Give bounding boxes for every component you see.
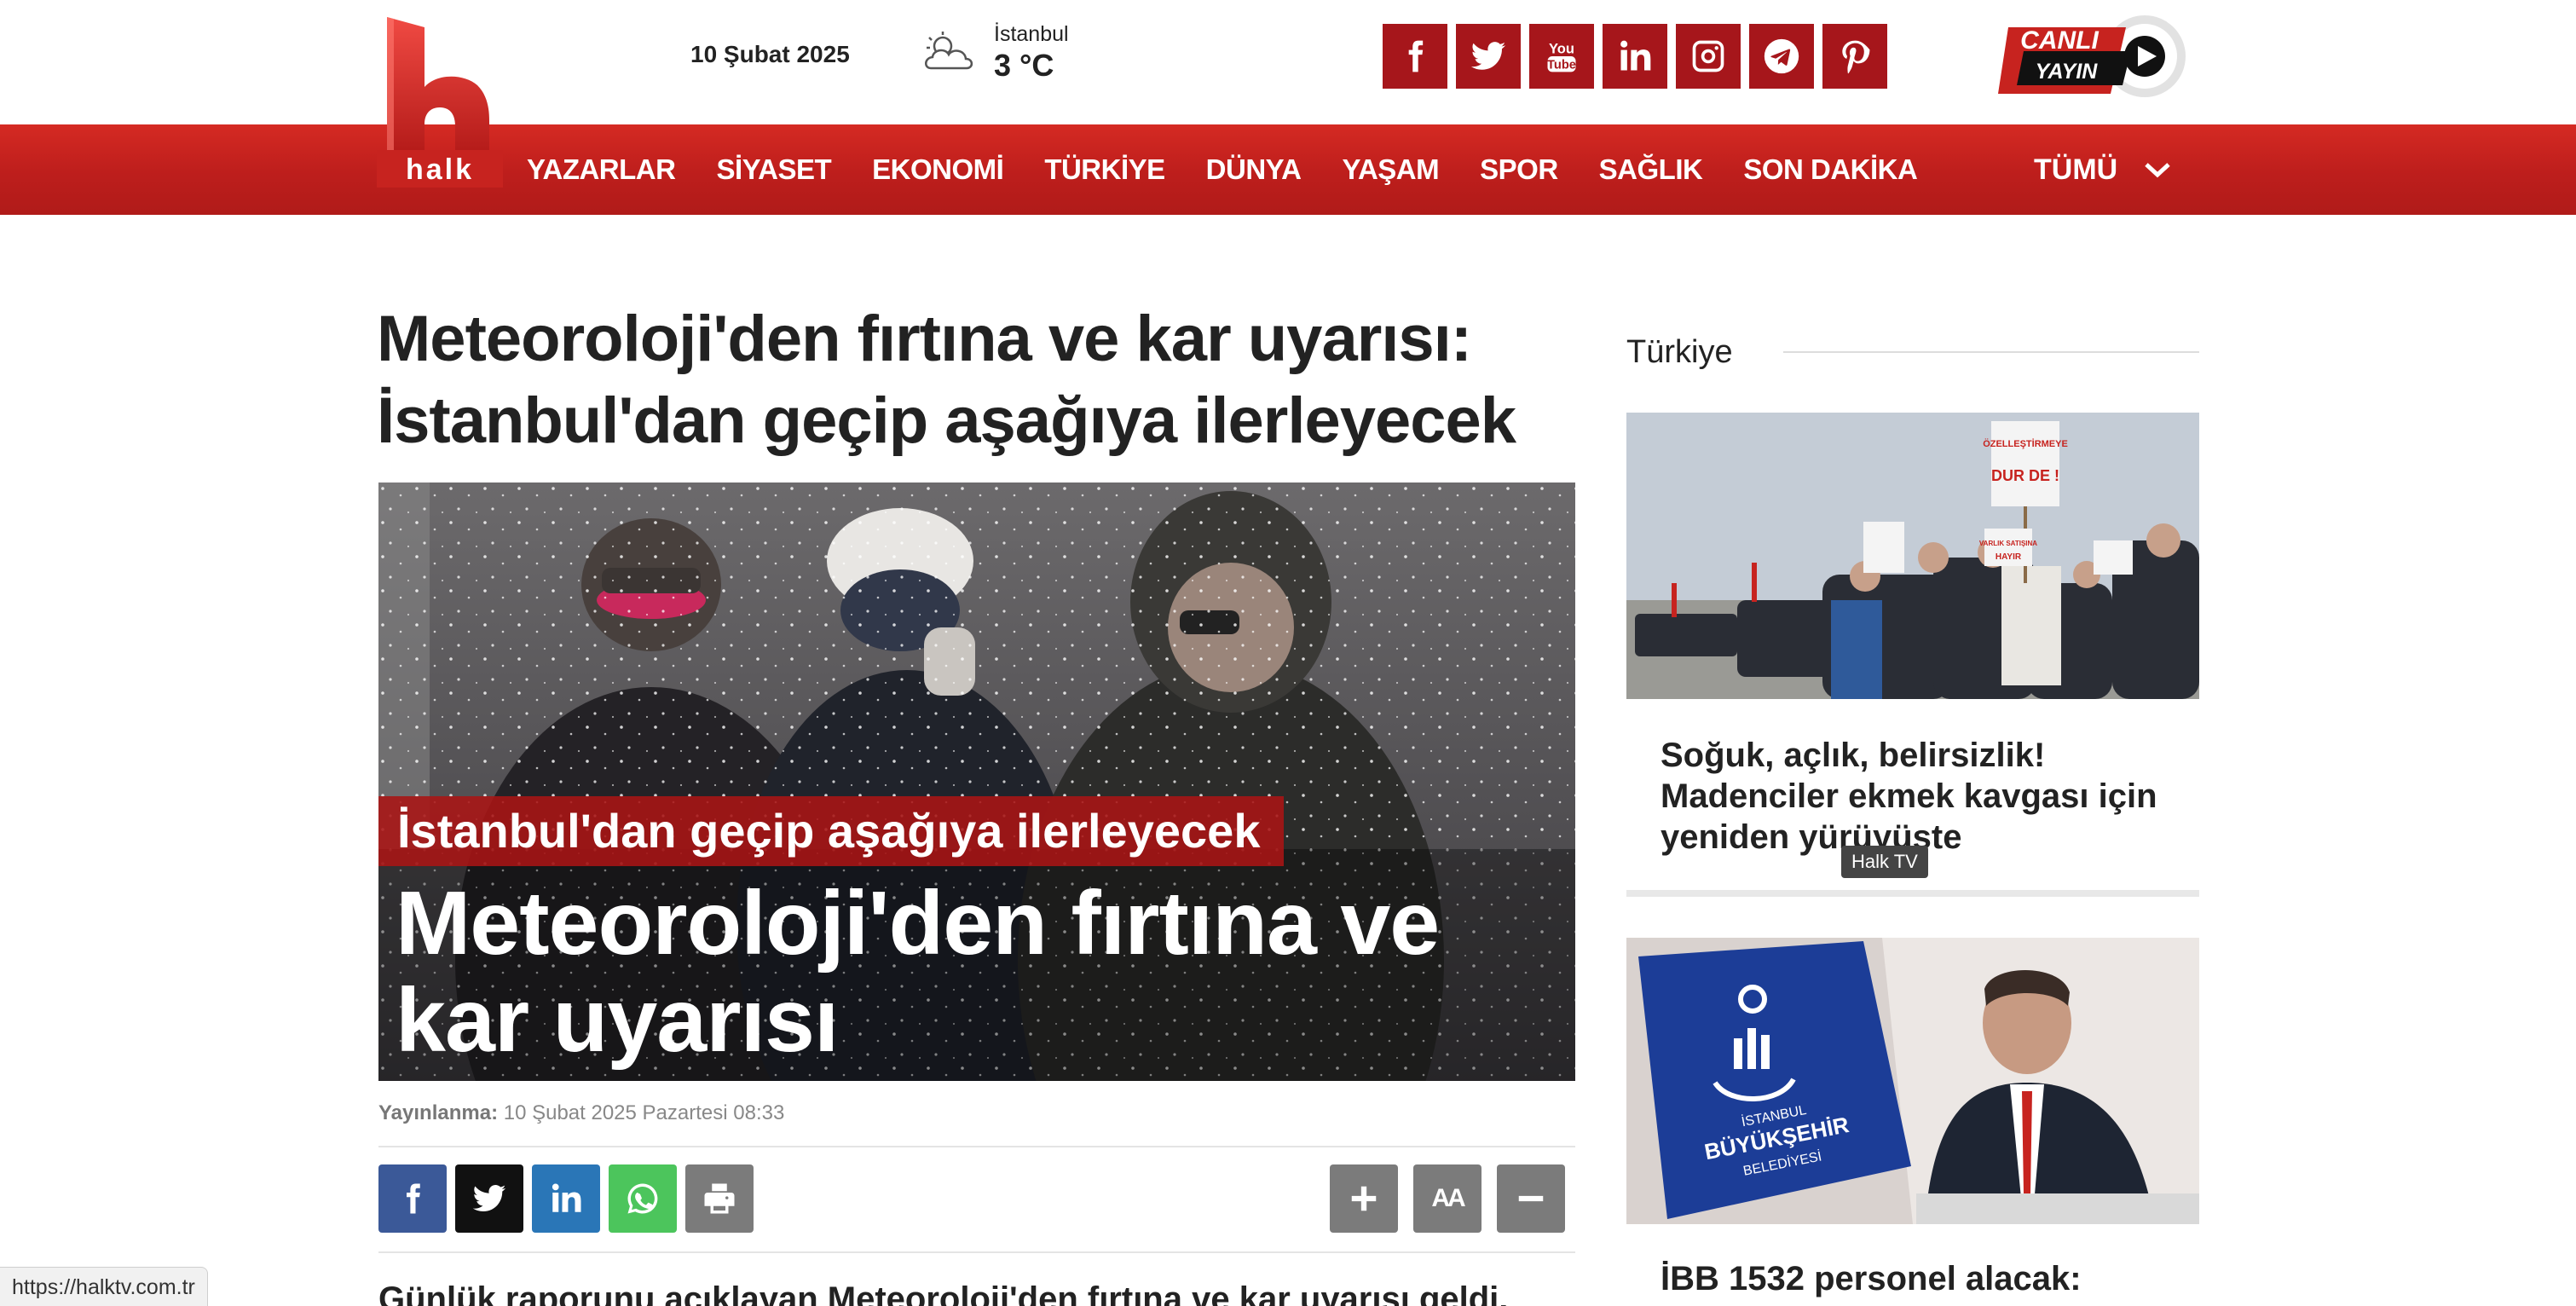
publish-date: 10 Şubat 2025 Pazartesi 08:33 [503,1101,785,1124]
nav-all-dropdown[interactable]: TÜMÜ [2034,124,2172,215]
youtube-icon: You Tube [1547,41,1576,72]
nav-item-dunya[interactable]: DÜNYA [1206,153,1302,186]
pinterest-icon [1842,40,1870,74]
instagram-icon [1692,40,1724,72]
logo-text: halk [406,153,474,186]
sidebar-card-image[interactable]: ÖZELLEŞTİRMEYE DUR DE ! VARLIK SATIŞINA … [1626,413,2199,699]
sidebar-card-title[interactable]: İBB 1532 personel alacak: [1661,1258,2189,1299]
publish-label: Yayınlanma: [378,1101,499,1124]
sidebar-section-title: Türkiye [1626,334,1733,370]
twitter-icon [472,1184,506,1212]
sign-text-4: HAYIR [1996,552,2022,562]
hero-title-line2: kar uyarısı [396,970,839,1071]
printer-icon [704,1183,735,1214]
chevron-down-icon [2145,163,2170,178]
pinterest-link[interactable] [1822,24,1887,89]
browser-status-url: https://halktv.com.tr [0,1267,208,1306]
hero-title: Meteoroloji'den fırtına ve kar uyarısı [396,873,1440,1071]
share-bar [378,1164,754,1233]
cloud-icon [925,32,973,70]
publish-info: Yayınlanma: 10 Şubat 2025 Pazartesi 08:3… [378,1101,784,1125]
ibb-photo: İSTANBUL BÜYÜKŞEHİR BELEDİYESİ [1626,938,2199,1224]
facebook-icon [1408,40,1424,72]
nav-all-label: TÜMÜ [2034,153,2118,186]
whatsapp-icon [627,1183,658,1214]
instagram-link[interactable] [1676,24,1741,89]
plus-icon [1351,1186,1377,1211]
divider [378,1146,1575,1147]
twitter-link[interactable] [1456,24,1521,89]
nav-item-yasam[interactable]: YAŞAM [1342,153,1439,186]
youtube-link[interactable]: You Tube [1529,24,1594,89]
halktv-logo[interactable]: halk [377,17,505,188]
facebook-share-button[interactable] [378,1164,447,1233]
svg-text:Tube: Tube [1547,59,1576,72]
sign-text-3: VARLIK SATIŞINA [1979,540,2037,547]
sidebar-title-line [1783,351,2199,353]
nav-item-ekonomi[interactable]: EKONOMİ [872,153,1004,186]
article-headline: Meteoroloji'den fırtına ve kar uyarısı: … [377,303,1516,457]
hero-subtitle: İstanbul'dan geçip aşağıya ilerleyecek [378,796,1285,866]
live-label-line1: CANLI [2020,26,2099,55]
facebook-link[interactable] [1383,24,1447,89]
nav-item-spor[interactable]: SPOR [1480,153,1558,186]
increase-font-button[interactable] [1330,1164,1398,1233]
current-date: 10 Şubat 2025 [690,41,850,67]
nav-item-turkiye[interactable]: TÜRKİYE [1044,153,1165,186]
top-header: halk 10 Şubat 2025 İstanbul 3 °C You Tub… [0,0,2576,188]
live-broadcast-button[interactable]: CANLI YAYIN [1998,12,2194,101]
sign-text-2: DUR DE ! [1991,467,2059,484]
telegram-link[interactable] [1749,24,1814,89]
weather-city: İstanbul [994,22,1069,46]
hero-title-line1: Meteoroloji'den fırtına ve [396,873,1440,974]
facebook-icon [407,1183,420,1214]
protest-photo: ÖZELLEŞTİRMEYE DUR DE ! VARLIK SATIŞINA … [1626,413,2199,699]
linkedin-icon [552,1183,581,1212]
telegram-icon [1764,38,1799,74]
sign-text-1: ÖZELLEŞTİRMEYE [1983,438,2068,449]
minus-icon [1518,1195,1544,1202]
tooltip: Halk TV [1841,846,1928,878]
weather-temperature: 3 °C [994,48,1054,83]
nav-item-son-dakika[interactable]: SON DAKİKA [1743,153,1918,186]
article-body-first-line: Günlük raporunu açıklayan Meteoroloji'de… [378,1280,1509,1306]
article-hero-image[interactable]: İstanbul'dan geçip aşağıya ilerleyecek M… [378,483,1575,1081]
social-links: You Tube [1383,24,1887,89]
font-size-tools: AA [1330,1164,1565,1233]
nav-item-yazarlar[interactable]: YAZARLAR [527,153,676,186]
nav-item-siyaset[interactable]: SİYASET [716,153,831,186]
linkedin-icon [1620,40,1651,71]
twitter-icon [1470,42,1506,70]
sidebar-card-title[interactable]: Soğuk, açlık, belirsizlik! Madenciler ek… [1661,735,2189,858]
whatsapp-share-button[interactable] [609,1164,677,1233]
nav-item-saglik[interactable]: SAĞLIK [1599,153,1703,186]
linkedin-link[interactable] [1603,24,1667,89]
sidebar-card-image[interactable]: İSTANBUL BÜYÜKŞEHİR BELEDİYESİ [1626,938,2199,1224]
font-size-button[interactable]: AA [1413,1164,1481,1233]
live-label-line2: YAYIN [2036,60,2099,84]
card-divider [1626,890,2199,897]
divider [378,1251,1575,1253]
linkedin-share-button[interactable] [532,1164,600,1233]
font-size-icon: AA [1431,1184,1465,1212]
print-button[interactable] [685,1164,754,1233]
twitter-share-button[interactable] [455,1164,523,1233]
svg-text:You: You [1549,41,1574,56]
decrease-font-button[interactable] [1497,1164,1565,1233]
